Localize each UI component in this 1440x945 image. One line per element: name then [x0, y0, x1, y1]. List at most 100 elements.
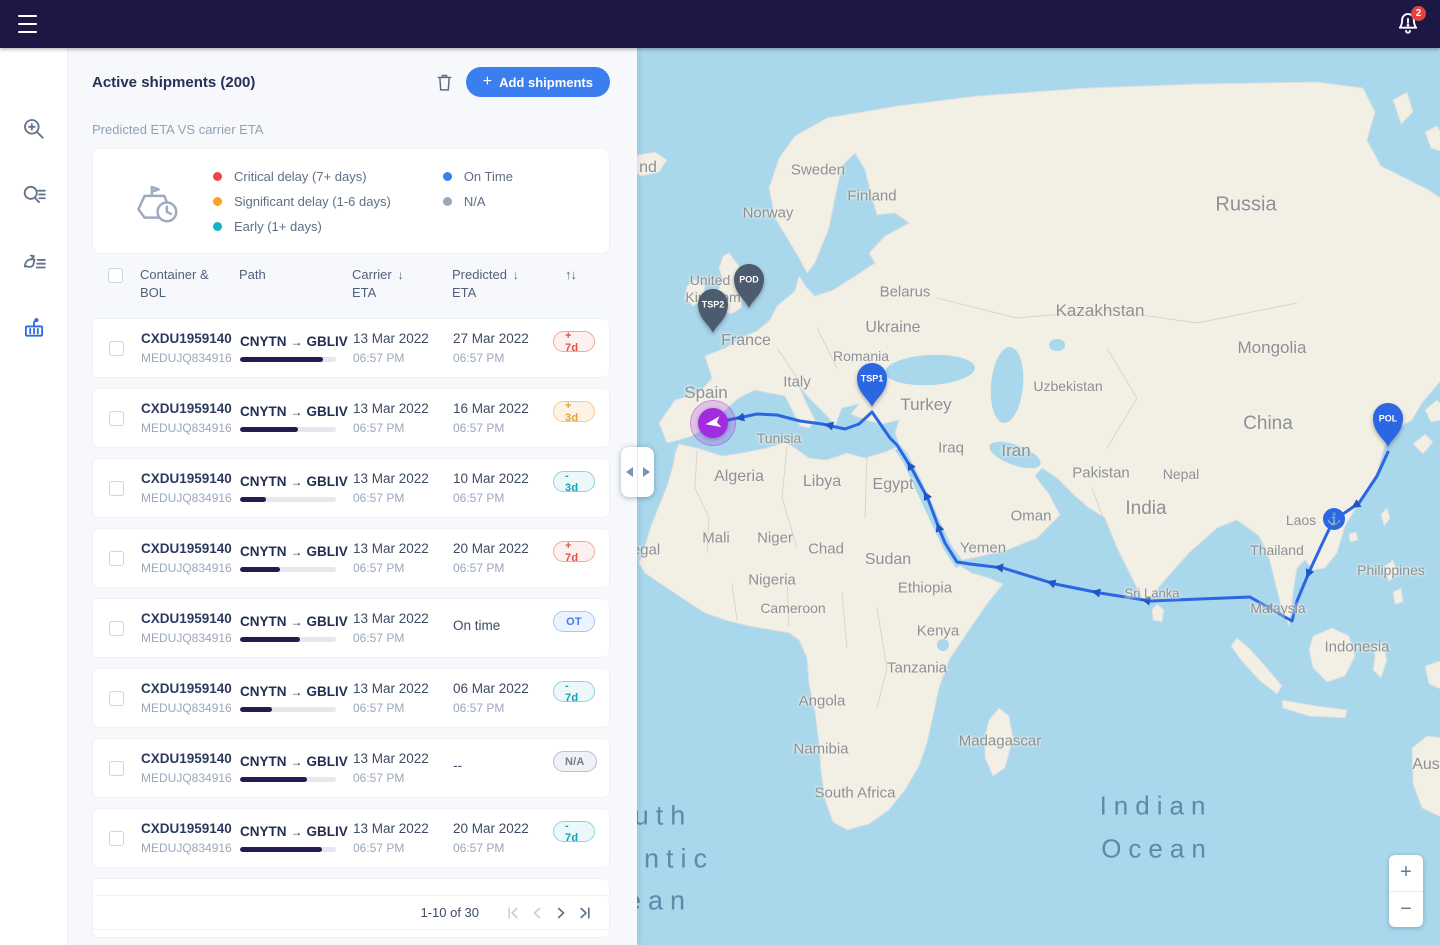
- destination-code: GBLIV: [307, 684, 348, 699]
- map-label: Finland: [847, 188, 896, 205]
- carrier-eta-date: 13 Mar 2022: [353, 821, 453, 836]
- row-checkbox[interactable]: [109, 621, 124, 636]
- eta-legend-card: Critical delay (7+ days)Significant dela…: [92, 148, 610, 254]
- carrier-eta-time: 06:57 PM: [353, 351, 453, 365]
- row-checkbox[interactable]: [109, 341, 124, 356]
- map-label: Indian: [1100, 791, 1213, 822]
- eta-delta-badge: + 7d: [553, 331, 595, 352]
- col-predicted-eta[interactable]: Predicted↓ETA: [452, 266, 552, 301]
- map-label: Madagascar: [959, 733, 1042, 750]
- row-checkbox[interactable]: [109, 691, 124, 706]
- waypoint-anchor-marker[interactable]: ⚓: [1323, 508, 1345, 530]
- search-plus-icon[interactable]: [0, 106, 68, 152]
- map-pin-pod[interactable]: POD: [732, 262, 766, 313]
- eta-delta-badge: + 3d: [553, 401, 595, 422]
- select-all-checkbox[interactable]: [108, 268, 123, 283]
- map-pin-tsp2[interactable]: TSP2: [696, 287, 730, 338]
- origin-code: CNYTN: [240, 544, 287, 559]
- shipment-search-icon[interactable]: [0, 172, 68, 218]
- sort-desc-icon: ↓: [398, 268, 404, 282]
- carrier-eta-time: 06:57 PM: [353, 631, 453, 645]
- arrow-right-icon: →: [291, 755, 303, 769]
- vessel-list-icon[interactable]: [0, 238, 68, 284]
- route-path: CNYTN→GBLIV: [240, 614, 353, 629]
- zoom-in-button[interactable]: +: [1389, 855, 1423, 892]
- route-path: CNYTN→GBLIV: [240, 754, 353, 769]
- predicted-eta-time: 06:57 PM: [453, 701, 553, 715]
- predicted-eta-date: 27 Mar 2022: [453, 331, 553, 346]
- delete-shipments-button[interactable]: [432, 69, 458, 95]
- map-pin-tsp1[interactable]: TSP1: [855, 361, 889, 412]
- port-container-icon[interactable]: [0, 304, 68, 350]
- col-carrier-eta[interactable]: Carrier↓ETA: [352, 266, 452, 301]
- map-label: Ocean: [1101, 834, 1213, 865]
- table-row[interactable]: CXDU1959140 MEDUJQ834916 CNYTN→GBLIV 13 …: [92, 598, 610, 658]
- country-borders: [695, 298, 1297, 708]
- map[interactable]: ⚓ + − ndSwedenFinlandNorwayRussiaBelarus…: [637, 48, 1440, 945]
- row-checkbox[interactable]: [109, 551, 124, 566]
- sort-desc-icon: ↓: [513, 268, 519, 282]
- sort-both-icon[interactable]: ↑↓: [552, 266, 610, 284]
- map-label: Philippines: [1357, 562, 1425, 578]
- progress-fill: [240, 357, 323, 362]
- predicted-eta-date: 20 Mar 2022: [453, 821, 553, 836]
- plus-icon: +: [483, 74, 492, 90]
- arrow-right-icon: →: [291, 335, 303, 349]
- carrier-eta-date: 13 Mar 2022: [353, 541, 453, 556]
- table-row[interactable]: CXDU1959140 MEDUJQ834916 CNYTN→GBLIV 13 …: [92, 738, 610, 798]
- progress-bar: [240, 847, 336, 852]
- table-row[interactable]: CXDU1959140 MEDUJQ834916 CNYTN→GBLIV 13 …: [92, 808, 610, 868]
- map-label: Mali: [702, 530, 730, 547]
- eta-delta-badge: - 3d: [553, 471, 595, 492]
- notifications-button[interactable]: 2: [1394, 10, 1422, 38]
- map-label: Oman: [1011, 508, 1052, 525]
- expand-right-button[interactable]: [638, 447, 654, 497]
- progress-fill: [240, 637, 300, 642]
- legend-item: On Time: [443, 169, 513, 184]
- arrow-right-icon: →: [291, 545, 303, 559]
- row-checkbox[interactable]: [109, 831, 124, 846]
- table-row[interactable]: CXDU1959140 MEDUJQ834916 CNYTN→GBLIV 13 …: [92, 318, 610, 378]
- origin-code: CNYTN: [240, 614, 287, 629]
- shipment-route-line: [713, 412, 1388, 621]
- arrow-right-icon: →: [291, 405, 303, 419]
- map-label: Egypt: [873, 476, 914, 494]
- row-checkbox[interactable]: [109, 481, 124, 496]
- last-page-button[interactable]: [573, 901, 597, 925]
- table-row[interactable]: CXDU1959140 MEDUJQ834916 CNYTN→GBLIV 13 …: [92, 458, 610, 518]
- progress-fill: [240, 497, 266, 502]
- collapse-left-button[interactable]: [621, 447, 638, 497]
- map-pin-pol[interactable]: POL: [1371, 401, 1405, 452]
- row-checkbox[interactable]: [109, 761, 124, 776]
- map-label: Tanzania: [887, 660, 947, 677]
- map-label: Sudan: [865, 551, 911, 569]
- chevron-left-icon: [626, 467, 633, 477]
- table-row[interactable]: CXDU1959140 MEDUJQ834916 CNYTN→GBLIV 13 …: [92, 668, 610, 728]
- route-path: CNYTN→GBLIV: [240, 824, 353, 839]
- map-label: Iran: [1001, 441, 1030, 461]
- add-shipments-button[interactable]: + Add shipments: [466, 67, 610, 97]
- progress-bar: [240, 427, 336, 432]
- legend-column-2: On TimeN/A: [443, 169, 513, 234]
- arrow-right-icon: →: [291, 475, 303, 489]
- row-checkbox[interactable]: [109, 411, 124, 426]
- destination-code: GBLIV: [307, 614, 348, 629]
- map-label: Pakistan: [1072, 465, 1130, 482]
- next-page-button[interactable]: [549, 901, 573, 925]
- eta-delta-badge: + 7d: [553, 541, 595, 562]
- predicted-eta-date: 10 Mar 2022: [453, 471, 553, 486]
- table-row[interactable]: CXDU1959140 MEDUJQ834916 CNYTN→GBLIV 13 …: [92, 528, 610, 588]
- first-page-button[interactable]: [501, 901, 525, 925]
- prev-page-button[interactable]: [525, 901, 549, 925]
- arrow-right-icon: →: [291, 685, 303, 699]
- panel-resize-handle[interactable]: [621, 447, 654, 497]
- hamburger-menu-icon[interactable]: [18, 15, 42, 33]
- progress-fill: [240, 707, 272, 712]
- legend-item: Significant delay (1-6 days): [213, 194, 391, 209]
- zoom-out-button[interactable]: −: [1389, 892, 1423, 928]
- current-position-marker[interactable]: [690, 400, 736, 446]
- legend-dot-icon: [213, 222, 222, 231]
- table-row[interactable]: CXDU1959140 MEDUJQ834916 CNYTN→GBLIV 13 …: [92, 388, 610, 448]
- svg-text:POD: POD: [739, 275, 759, 285]
- arrow-right-icon: →: [291, 825, 303, 839]
